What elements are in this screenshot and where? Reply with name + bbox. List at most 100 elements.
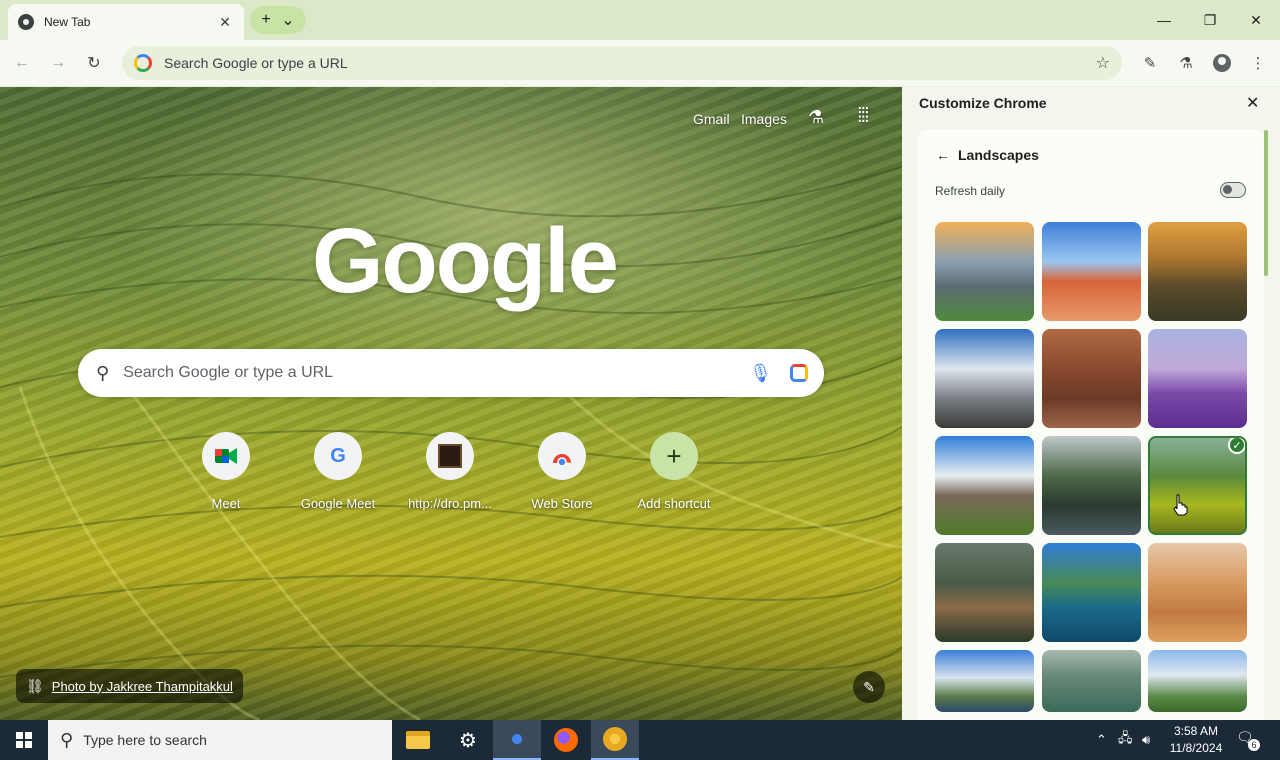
shortcut-label: http://dro.pm... — [408, 496, 492, 511]
wallpaper-snowy-mountain[interactable] — [935, 329, 1034, 428]
shortcut-meet[interactable]: Meet — [171, 432, 281, 511]
gmail-link[interactable]: Gmail — [693, 111, 730, 127]
bookmark-star-icon[interactable]: ☆ — [1096, 53, 1110, 73]
web-store-icon — [538, 432, 586, 480]
address-bar[interactable]: Search Google or type a URL ☆ — [122, 46, 1122, 80]
profile-icon[interactable] — [1210, 51, 1234, 75]
wallpaper-mountain-lake-reflection[interactable] — [1042, 436, 1141, 535]
shortcut-label: Add shortcut — [637, 496, 711, 511]
mouse-cursor-hand-icon — [1173, 494, 1188, 516]
chrome-taskbar-icon[interactable] — [493, 720, 541, 760]
start-button[interactable] — [0, 720, 48, 760]
meet-icon — [202, 432, 250, 480]
wallpaper-coastal-cliffs[interactable] — [935, 650, 1034, 712]
ntp-search-box[interactable]: ⚲ Search Google or type a URL 🎙 — [78, 349, 824, 397]
shortcut-label: Web Store — [531, 496, 593, 511]
minimize-button[interactable]: — — [1152, 8, 1176, 32]
wallpaper-red-canyon[interactable] — [1042, 329, 1141, 428]
google-g-icon: G — [314, 432, 362, 480]
photo-credit[interactable]: ⛓ Photo by Jakkree Thampitakkul — [16, 669, 243, 703]
clock-date: 11/8/2024 — [1169, 741, 1223, 755]
google-g-icon — [134, 54, 152, 72]
apps-grid-icon[interactable]: ⁞⁞⁞ — [857, 105, 870, 128]
toolbar: ← → ↻ Search Google or type a URL ☆ ✎ ⚗ … — [0, 40, 1280, 86]
back-icon[interactable]: ← — [10, 51, 34, 75]
firefox-icon[interactable] — [542, 720, 590, 760]
google-logo: Google — [312, 210, 619, 312]
tab-strip: New Tab ✕ + ⌄ — ❐ ✕ — [0, 0, 1280, 40]
back-to-categories[interactable]: ← Landscapes — [936, 147, 1039, 163]
refresh-daily-label: Refresh daily — [935, 184, 1006, 198]
ntp-search-placeholder[interactable]: Search Google or type a URL — [123, 364, 749, 382]
forward-icon[interactable]: → — [46, 51, 70, 75]
chevron-down-icon[interactable]: ⌄ — [281, 10, 294, 30]
restore-button[interactable]: ❐ — [1198, 8, 1222, 32]
shortcut-label: Google Meet — [300, 496, 376, 511]
collection-card: ← Landscapes Refresh daily ✓ — [918, 129, 1264, 729]
photo-credit-text[interactable]: Photo by Jakkree Thampitakkul — [52, 679, 233, 694]
panel-title: Customize Chrome — [919, 95, 1047, 111]
plus-icon[interactable]: + — [261, 11, 270, 29]
plus-icon: + — [650, 432, 698, 480]
windows-taskbar: ⚲ Type here to search ⚙ ⌃ 🖧 🔊︎ 3:58 AM 1… — [0, 720, 1280, 760]
images-link[interactable]: Images — [741, 111, 787, 127]
panel-scrollbar[interactable] — [1264, 130, 1268, 276]
wallpaper-turquoise-lake[interactable] — [1042, 543, 1141, 642]
close-window-button[interactable]: ✕ — [1244, 8, 1268, 32]
chrome-favicon-icon — [18, 14, 34, 30]
search-icon: ⚲ — [96, 362, 110, 383]
wallpaper-green-valley[interactable] — [1148, 650, 1247, 712]
show-hidden-icons[interactable]: ⌃ — [1096, 720, 1107, 760]
close-icon[interactable]: ✕ — [1246, 93, 1259, 113]
tab-close-icon[interactable]: ✕ — [216, 14, 234, 31]
labs-flask-icon[interactable]: ⚗ — [1174, 51, 1198, 75]
network-icon[interactable]: 🖧 — [1118, 720, 1133, 760]
taskbar-search-placeholder[interactable]: Type here to search — [83, 732, 207, 748]
clock-time: 3:58 AM — [1173, 724, 1219, 738]
wallpaper-volcano-mist[interactable] — [935, 436, 1034, 535]
shortcut-add[interactable]: + Add shortcut — [619, 432, 729, 511]
file-explorer-icon[interactable] — [394, 720, 442, 760]
taskbar-search-box[interactable]: ⚲ Type here to search — [48, 720, 392, 760]
address-bar-placeholder[interactable]: Search Google or type a URL — [164, 55, 1096, 71]
arrow-left-icon[interactable]: ← — [936, 147, 950, 163]
customize-pencil-button[interactable]: ✎ — [853, 671, 885, 703]
reload-icon[interactable]: ↻ — [82, 51, 106, 75]
link-icon: ⛓ — [26, 677, 44, 694]
background-photo — [0, 166, 902, 720]
site-thumbnail-icon — [426, 432, 474, 480]
labs-flask-icon[interactable]: ⚗ — [808, 107, 824, 128]
new-tab-button[interactable]: + ⌄ — [250, 6, 306, 34]
volume-icon[interactable]: 🔊︎ — [1142, 720, 1150, 760]
settings-gear-icon[interactable]: ⚙ — [444, 720, 492, 760]
windows-logo-icon — [16, 732, 32, 748]
refresh-daily-toggle[interactable] — [1220, 182, 1246, 198]
tab-new-tab[interactable]: New Tab ✕ — [8, 4, 244, 40]
chrome-canary-icon[interactable] — [591, 720, 639, 760]
shortcut-web-store[interactable]: Web Store — [507, 432, 617, 511]
shortcut-label: Meet — [211, 496, 241, 511]
wallpaper-desert-dunes[interactable] — [1148, 543, 1247, 642]
customize-chrome-panel: Customize Chrome ✕ ← Landscapes Refresh … — [902, 87, 1280, 729]
new-tab-page: Gmail Images ⚗ ⁞⁞⁞ Google ⚲ Search Googl… — [0, 87, 902, 720]
wallpaper-lavender-field[interactable] — [1148, 329, 1247, 428]
pencil-icon[interactable]: ✎ — [1138, 51, 1162, 75]
notification-count: 6 — [1248, 739, 1260, 751]
menu-kebab-icon[interactable]: ⋮ — [1246, 51, 1270, 75]
microphone-icon[interactable]: 🎙 — [749, 363, 772, 384]
collection-title: Landscapes — [958, 147, 1039, 163]
search-icon: ⚲ — [60, 729, 74, 750]
wallpaper-stone-bridge[interactable] — [935, 543, 1034, 642]
shortcut-dro-pm[interactable]: http://dro.pm... — [395, 432, 505, 511]
notification-center-icon[interactable]: 🗨 6 — [1236, 729, 1260, 751]
wallpaper-rice-terraces[interactable]: ✓ — [1148, 436, 1247, 535]
selected-check-icon: ✓ — [1228, 438, 1245, 454]
taskbar-clock[interactable]: 3:58 AM 11/8/2024 — [1168, 723, 1224, 757]
wallpaper-desert-arch[interactable] — [1042, 222, 1141, 321]
wallpaper-rocky-lake-sunset[interactable] — [935, 222, 1034, 321]
tab-title: New Tab — [44, 15, 91, 29]
google-lens-icon[interactable] — [790, 364, 808, 382]
shortcut-google-meet[interactable]: G Google Meet — [283, 432, 393, 511]
wallpaper-canyon-sunset[interactable] — [1148, 222, 1247, 321]
wallpaper-misty-forest[interactable] — [1042, 650, 1141, 712]
